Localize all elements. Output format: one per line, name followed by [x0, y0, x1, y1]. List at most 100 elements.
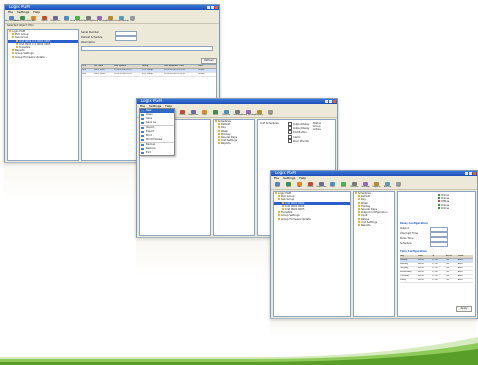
minimize-icon[interactable]	[207, 6, 210, 9]
tree-node[interactable]: Group Firmware Update	[274, 217, 350, 221]
close-icon[interactable]	[473, 172, 476, 175]
table-cell: Yes	[446, 263, 450, 265]
list-item[interactable]: Reports	[214, 142, 254, 145]
list-item[interactable]: Reports	[354, 224, 394, 227]
column-header[interactable]: Last Update	[114, 65, 142, 68]
table-cell: 17:00	[432, 263, 438, 265]
toolbar-button-send[interactable]: Send Schedule	[70, 16, 85, 23]
column-header[interactable]: Ser. Num	[94, 65, 114, 68]
apply-button[interactable]: Apply	[456, 306, 472, 312]
toolbar-button-search[interactable]: New	[273, 182, 282, 189]
toolbar-button-find[interactable]: Find	[328, 182, 337, 189]
field-label: Serial Number	[81, 31, 99, 34]
title-bar: Logix PGM	[5, 5, 219, 10]
toolbar-button-label: Open	[285, 186, 292, 188]
default-schedule-field[interactable]	[115, 36, 137, 41]
column-header[interactable]: From	[418, 255, 432, 258]
dropdown-item[interactable]: Save As	[140, 121, 174, 125]
table-cell: PCU Group	[142, 69, 153, 71]
menu-item-icon	[141, 114, 144, 116]
minimize-icon[interactable]	[325, 100, 328, 103]
toolbar-button-gear[interactable]: Properties	[50, 16, 61, 23]
dropdown-item[interactable]: Print Preview	[140, 138, 174, 142]
toolbar-button-group[interactable]: Group Settings	[92, 16, 107, 23]
menu-settings[interactable]: Settings	[283, 176, 295, 180]
toolbar-button-send[interactable]: Send	[339, 182, 348, 189]
folder-icon	[218, 132, 220, 135]
column-header[interactable]: Active	[446, 255, 458, 258]
column-header[interactable]: State	[198, 65, 214, 68]
toolbar-button-report[interactable]: Reports	[255, 110, 264, 117]
toolbar-button-exit[interactable]: Exit	[394, 182, 403, 189]
toolbar-button-clock[interactable]: Open	[284, 182, 293, 189]
toolbar-button-receive[interactable]: Receive	[222, 110, 231, 117]
toolbar-button-settings[interactable]: Settings	[361, 182, 370, 189]
description-field[interactable]	[81, 46, 213, 51]
toolbar-button-label: Properties	[50, 20, 61, 22]
table-cell: 08:00	[418, 267, 424, 269]
maximize-icon[interactable]	[211, 6, 214, 9]
menu-settings[interactable]: Settings	[17, 10, 29, 14]
folder-icon	[218, 129, 220, 132]
toolbar-button-group[interactable]: Group Settings	[241, 110, 256, 117]
property-checkbox[interactable]: Door Monitor	[288, 138, 309, 143]
column-header[interactable]: Unit	[82, 65, 94, 68]
toolbar-button-user-delete[interactable]: Delete	[40, 16, 49, 23]
close-icon[interactable]	[215, 6, 218, 9]
relay-field-input[interactable]	[430, 242, 448, 247]
checkbox-icon[interactable]	[288, 138, 292, 143]
status-dot-icon	[438, 206, 440, 209]
status-dot-icon	[438, 194, 440, 196]
minimize-icon[interactable]	[465, 172, 468, 175]
toolbar-button-gear[interactable]: Properties	[316, 182, 327, 189]
menu-file[interactable]: File	[8, 10, 13, 14]
toolbar-button-clock[interactable]: Preview Schedule	[14, 16, 31, 23]
toolbar-button-backup[interactable]: Create Backup	[114, 16, 129, 23]
dropdown-item-label: Export	[146, 130, 155, 133]
column-header[interactable]: Mode	[458, 255, 471, 258]
toolbar-button-receive[interactable]: Receive	[350, 182, 359, 189]
menu-help[interactable]: Help	[299, 176, 306, 180]
menu-help[interactable]: Help	[33, 10, 40, 14]
brand-wave-graphic	[0, 337, 478, 365]
list-item-label: Reports	[221, 142, 231, 146]
table-cell: 2019-03-08 10:22:31	[164, 73, 186, 75]
toolbar-button-backup[interactable]: Backup	[383, 182, 392, 189]
column-header[interactable]: Day	[400, 255, 418, 258]
menu-file[interactable]: File	[274, 176, 279, 180]
toolbar-button-exit[interactable]: Exit	[128, 16, 137, 23]
table-cell: Auto	[458, 271, 463, 273]
folder-icon	[355, 192, 357, 194]
table-cell: Yes	[446, 275, 450, 277]
table-cell: 08:00	[418, 279, 424, 281]
toolbar-button-user-delete[interactable]: Delete	[306, 182, 315, 189]
field-label: Schedule	[400, 242, 412, 245]
toolbar-button-delete[interactable]: Delete	[178, 110, 187, 117]
toolbar-button-exit[interactable]: Exit	[266, 110, 275, 117]
tree-node[interactable]: Group Firmware Update	[8, 55, 78, 59]
folder-icon	[16, 42, 18, 45]
toolbar: New Open Add Delete Properties Find Send Receiv…	[271, 180, 477, 190]
maximize-icon[interactable]	[329, 100, 332, 103]
close-icon[interactable]	[333, 100, 336, 103]
column-header[interactable]: Group	[142, 65, 164, 68]
table-row[interactable]: Unit 0001 0004 2019-03-08 10:21 PCU Group 20…	[82, 73, 216, 77]
folder-icon	[12, 52, 14, 55]
table-row[interactable]: Friday 08:00 17:00 Yes Auto	[400, 279, 473, 283]
toolbar-button-find[interactable]: Find	[200, 110, 209, 117]
toolbar-button-gear[interactable]: Properties	[188, 110, 199, 117]
folder-icon	[278, 217, 280, 220]
maximize-icon[interactable]	[469, 172, 472, 175]
column-header[interactable]: Last Response Time	[164, 65, 198, 68]
folder-icon	[218, 123, 220, 126]
schedule-list-pane: Schedules Default Day Week Holiday Special Da…	[353, 191, 395, 317]
toolbar-button-user[interactable]: Add	[29, 16, 38, 23]
toolbar-button-send[interactable]: Send	[211, 110, 220, 117]
dropdown-item[interactable]: Exit	[140, 151, 174, 155]
toolbar-button-report[interactable]: Reports	[372, 182, 381, 189]
table-cell: Auto	[458, 275, 463, 277]
table-cell: 08:00	[418, 275, 424, 277]
toolbar-button-user[interactable]: Add	[295, 182, 304, 189]
field-label: Pulse Time	[400, 237, 414, 240]
column-header[interactable]: To	[432, 255, 446, 258]
